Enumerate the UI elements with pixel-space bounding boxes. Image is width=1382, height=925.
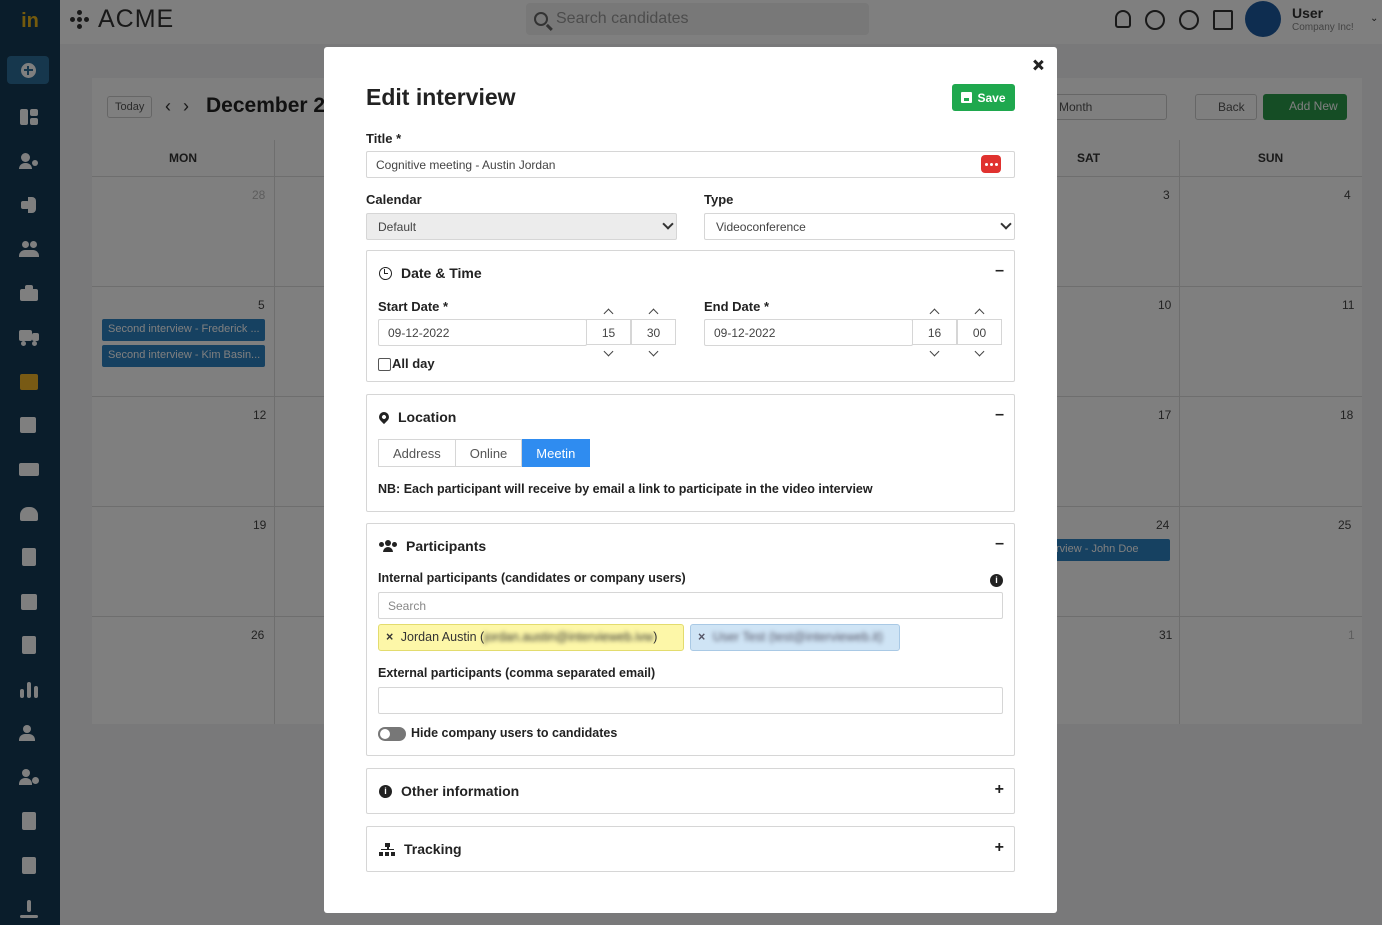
all-day-label: All day bbox=[392, 356, 435, 371]
date-time-heading: Date & Time bbox=[401, 265, 482, 281]
other-info-heading: Other information bbox=[401, 783, 520, 799]
participants-heading: Participants bbox=[406, 538, 487, 554]
end-hour-input[interactable]: 16 bbox=[912, 319, 957, 345]
title-input[interactable]: Cognitive meeting - Austin Jordan bbox=[366, 151, 1015, 178]
tracking-heading: Tracking bbox=[404, 841, 462, 857]
participant-tag: × User Test (test@intervieweb.it) bbox=[690, 624, 900, 651]
collapse-icon[interactable]: – bbox=[995, 535, 1004, 553]
participants-search-input[interactable]: Search bbox=[378, 592, 1003, 619]
calendar-label: Calendar bbox=[366, 192, 422, 207]
location-heading: Location bbox=[398, 409, 457, 425]
other-info-panel[interactable]: i Other information + bbox=[366, 768, 1015, 814]
start-hour-input[interactable]: 15 bbox=[586, 319, 631, 345]
participant-tag-name: Jordan Austin ( bbox=[400, 630, 485, 644]
participant-tag-end: ) bbox=[653, 630, 658, 644]
start-min-input[interactable]: 30 bbox=[631, 319, 676, 345]
edit-interview-modal: Edit interview Save Title * Cognitive me… bbox=[324, 47, 1057, 913]
type-select-value: Videoconference bbox=[716, 220, 806, 234]
start-date-input[interactable]: 09-12-2022 bbox=[378, 319, 587, 346]
info-icon[interactable]: i bbox=[990, 574, 1003, 587]
external-participants-input[interactable] bbox=[378, 687, 1003, 714]
type-select[interactable]: Videoconference bbox=[704, 213, 1015, 240]
participant-tag-text: User Test (test@intervieweb.it) bbox=[712, 630, 883, 644]
date-time-header[interactable]: Date & Time bbox=[379, 265, 482, 281]
calendar-select-value: Default bbox=[378, 220, 417, 234]
location-header[interactable]: Location bbox=[376, 409, 457, 425]
other-info-header[interactable]: i Other information bbox=[379, 783, 519, 799]
remove-tag-icon[interactable]: × bbox=[386, 630, 393, 644]
hide-company-users-label: Hide company users to candidates bbox=[411, 726, 618, 740]
end-date-input[interactable]: 09-12-2022 bbox=[704, 319, 913, 346]
users-icon bbox=[379, 540, 397, 552]
collapse-icon[interactable]: – bbox=[995, 406, 1004, 424]
location-type-tabs: Address Online Meetin bbox=[378, 439, 591, 467]
tab-meetin[interactable]: Meetin bbox=[522, 439, 591, 467]
date-time-panel: Date & Time – bbox=[366, 250, 1015, 382]
participant-tag-email: jordan.austin@intervieweb.ivw bbox=[484, 630, 654, 644]
remove-tag-icon[interactable]: × bbox=[698, 630, 705, 644]
all-day-checkbox[interactable] bbox=[378, 358, 391, 371]
map-pin-icon bbox=[376, 409, 392, 425]
start-date-label: Start Date * bbox=[378, 299, 449, 314]
participants-header[interactable]: Participants bbox=[379, 538, 486, 554]
save-icon bbox=[961, 92, 973, 103]
close-icon[interactable] bbox=[1030, 57, 1046, 73]
save-label: Save bbox=[977, 90, 1006, 105]
expand-icon[interactable]: + bbox=[995, 839, 1004, 857]
title-label: Title * bbox=[366, 131, 402, 146]
end-date-label: End Date * bbox=[704, 299, 770, 314]
more-options-icon[interactable] bbox=[981, 155, 1001, 173]
external-participants-label: External participants (comma separated e… bbox=[378, 666, 656, 680]
video-interview-note: NB: Each participant will receive by ema… bbox=[378, 482, 873, 496]
save-button[interactable]: Save bbox=[952, 84, 1015, 111]
type-label: Type bbox=[704, 192, 734, 207]
participant-tag: × Jordan Austin (jordan.austin@interview… bbox=[378, 624, 684, 651]
calendar-select[interactable]: Default bbox=[366, 213, 677, 240]
participants-search-placeholder: Search bbox=[388, 599, 427, 613]
hide-company-users-toggle[interactable] bbox=[378, 727, 406, 741]
tracking-panel[interactable]: Tracking + bbox=[366, 826, 1015, 872]
tab-online[interactable]: Online bbox=[455, 439, 523, 467]
chevron-down-icon bbox=[1000, 218, 1012, 230]
end-min-input[interactable]: 00 bbox=[957, 319, 1002, 345]
modal-title: Edit interview bbox=[366, 84, 516, 110]
tab-address[interactable]: Address bbox=[378, 439, 456, 467]
expand-icon[interactable]: + bbox=[995, 781, 1004, 799]
clock-icon bbox=[379, 266, 392, 280]
collapse-icon[interactable]: – bbox=[995, 262, 1004, 280]
chevron-down-icon bbox=[662, 218, 674, 230]
info-icon: i bbox=[379, 784, 392, 798]
tracking-header[interactable]: Tracking bbox=[379, 841, 462, 857]
sitemap-icon bbox=[379, 842, 395, 856]
internal-participants-label: Internal participants (candidates or com… bbox=[378, 571, 686, 585]
